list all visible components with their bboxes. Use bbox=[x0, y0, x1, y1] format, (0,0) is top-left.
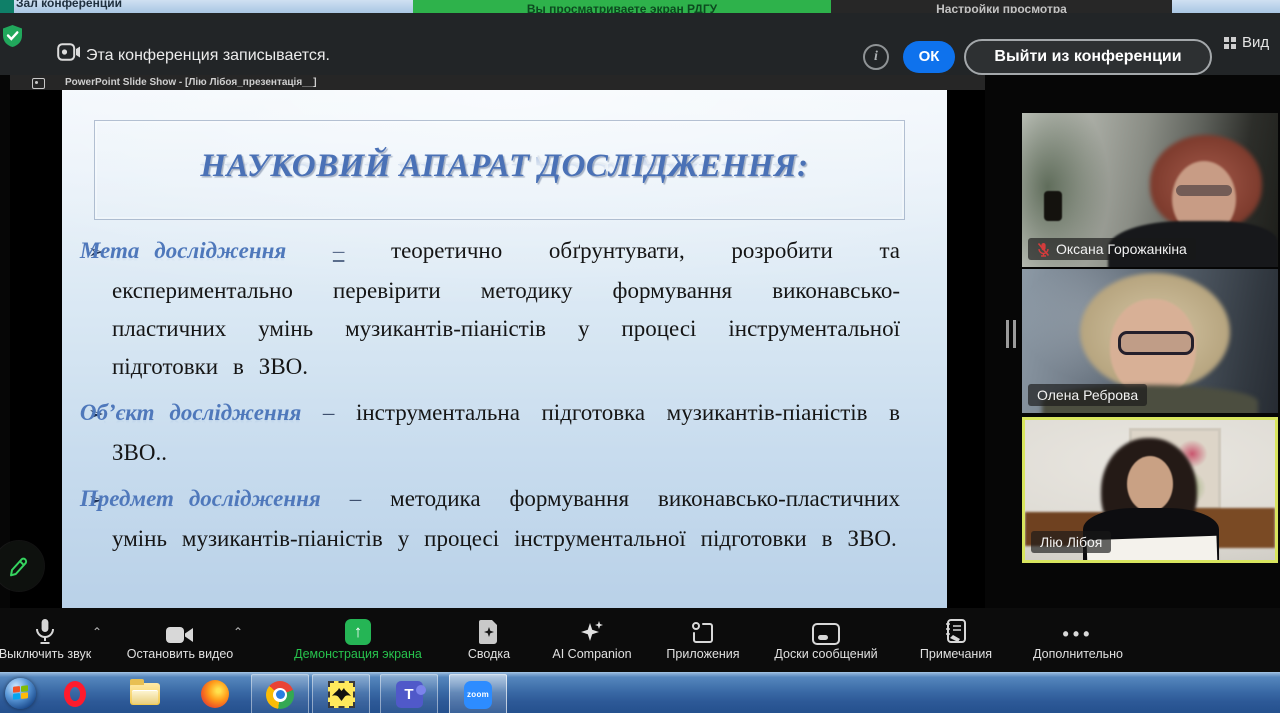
video-tile-active-speaker[interactable]: Лію Лібоя bbox=[1022, 417, 1278, 563]
view-grid-icon bbox=[1224, 37, 1236, 49]
notes-button[interactable]: Примечания bbox=[896, 613, 1016, 667]
participant-name-label: Лію Лібоя bbox=[1031, 531, 1111, 553]
view-settings-tab[interactable]: Настройки просмотра bbox=[831, 0, 1172, 13]
mute-options-chevron[interactable]: ⌃ bbox=[92, 625, 102, 639]
bullet-lead: Предмет дослідження bbox=[104, 480, 321, 518]
powerpoint-window-title: PowerPoint Slide Show - [Лію Лібоя_презе… bbox=[65, 77, 317, 88]
participant-video-column: Оксана Горожанкіна Олена Реброва bbox=[1022, 113, 1278, 563]
view-menu-button[interactable]: Вид bbox=[1224, 34, 1269, 51]
scene-shape bbox=[1127, 456, 1173, 512]
shared-powerpoint-window: PowerPoint Slide Show - [Лію Лібоя_презе… bbox=[10, 75, 985, 608]
slideshow-icon bbox=[32, 78, 45, 89]
windows-taskbar: T zoom UK 10:07 16.01.2026 bbox=[0, 672, 1280, 713]
start-button[interactable] bbox=[0, 674, 48, 713]
slide-bullet-object: ➢Об’єкт дослідження – інструментальна пі… bbox=[88, 394, 900, 472]
teal-corner bbox=[0, 0, 14, 13]
opera-icon bbox=[64, 681, 86, 707]
bullet-lead: Об’єкт дослідження bbox=[104, 394, 301, 432]
view-menu-label: Вид bbox=[1242, 34, 1269, 51]
taskbar-file-explorer[interactable] bbox=[117, 674, 173, 713]
slide-bullet-subject: ➢Предмет дослідження – методика формуван… bbox=[88, 480, 900, 558]
apps-icon bbox=[691, 621, 715, 645]
recording-camera-icon bbox=[57, 43, 81, 61]
meeting-main-area: PowerPoint Slide Show - [Лію Лібоя_презе… bbox=[0, 75, 1280, 608]
windows-start-icon bbox=[5, 678, 36, 709]
taskbar-firefox[interactable] bbox=[187, 674, 243, 713]
recording-message: Эта конференция записывается. bbox=[86, 47, 330, 65]
the-bat-icon bbox=[328, 681, 355, 708]
mute-button[interactable]: Выключить звук ⌃ bbox=[0, 613, 110, 667]
slide-title: НАУКОВИЙ АПАРАТ ДОСЛІДЖЕННЯ: bbox=[62, 148, 947, 185]
more-dots-icon: ••• bbox=[1008, 613, 1148, 645]
scene-shape bbox=[1044, 191, 1062, 221]
folder-icon bbox=[130, 683, 160, 705]
ok-button[interactable]: ОК bbox=[903, 41, 955, 73]
info-icon[interactable]: i bbox=[863, 44, 889, 70]
bullet-dash: – bbox=[323, 400, 335, 425]
taskbar-teams[interactable]: T bbox=[380, 674, 438, 713]
background-window-title: Зал конференции bbox=[16, 0, 122, 10]
chrome-icon bbox=[266, 681, 294, 709]
slide-bullet-meta: ➢Мета дослідження – теоретично обґрунтув… bbox=[88, 232, 900, 386]
panel-drag-handle[interactable] bbox=[1006, 320, 1016, 348]
apps-button[interactable]: Приложения bbox=[643, 613, 763, 667]
taskbar-opera[interactable] bbox=[47, 674, 103, 713]
leave-conference-button[interactable]: Выйти из конференции bbox=[964, 39, 1212, 75]
recording-notification-bar: Эта конференция записывается. i ОК Выйти… bbox=[0, 13, 1280, 75]
ai-sparkle-icon bbox=[579, 619, 605, 645]
zoom-icon: zoom bbox=[464, 681, 492, 709]
viewing-screen-tab[interactable]: Вы просматриваете экран РДГУ bbox=[413, 0, 831, 13]
scene-shape bbox=[1176, 185, 1232, 196]
presentation-slide: НАУКОВИЙ АПАРАТ ДОСЛІДЖЕННЯ: ➢Мета дослі… bbox=[62, 90, 947, 608]
summary-button[interactable]: Сводка bbox=[444, 613, 534, 667]
whiteboards-button[interactable]: Доски сообщений bbox=[751, 613, 901, 667]
security-shield-icon[interactable] bbox=[2, 24, 23, 48]
share-screen-icon: ↑ bbox=[345, 619, 371, 645]
taskbar-zoom[interactable]: zoom bbox=[449, 674, 507, 713]
slide-body: ➢Мета дослідження – теоретично обґрунтув… bbox=[88, 232, 900, 566]
participant-name-label: Оксана Горожанкіна bbox=[1028, 238, 1196, 260]
video-tile-participant-2[interactable]: Олена Реброва bbox=[1022, 269, 1278, 413]
top-window-strip: Зал конференции Вы просматриваете экран … bbox=[0, 0, 1280, 13]
bullet-dash: – bbox=[333, 238, 345, 263]
whiteboard-icon bbox=[812, 623, 840, 645]
taskbar-chrome[interactable] bbox=[251, 674, 309, 713]
video-tile-participant-1[interactable]: Оксана Горожанкіна bbox=[1022, 113, 1278, 267]
summary-doc-icon bbox=[478, 619, 500, 645]
participant-name-label: Олена Реброва bbox=[1028, 384, 1147, 406]
video-options-chevron[interactable]: ⌃ bbox=[233, 625, 243, 639]
microphone-icon bbox=[35, 618, 55, 645]
zoom-meeting-window: Зал конференции Вы просматриваете экран … bbox=[0, 0, 1280, 713]
powerpoint-titlebar: PowerPoint Slide Show - [Лію Лібоя_презе… bbox=[10, 75, 985, 90]
zoom-controls-toolbar: Выключить звук ⌃ Остановить видео ⌃ ↑ Де… bbox=[0, 608, 1280, 672]
pencil-icon bbox=[8, 554, 30, 578]
firefox-icon bbox=[201, 680, 229, 708]
taskbar-the-bat[interactable] bbox=[312, 674, 370, 713]
notes-icon bbox=[944, 619, 968, 645]
bullet-dash: – bbox=[350, 486, 362, 511]
video-camera-icon bbox=[165, 625, 195, 645]
stop-video-button[interactable]: Остановить видео ⌃ bbox=[105, 613, 255, 667]
bullet-lead: Мета дослідження bbox=[104, 232, 286, 270]
mic-muted-icon bbox=[1037, 242, 1050, 257]
share-screen-button[interactable]: ↑ Демонстрация экрана bbox=[263, 613, 453, 667]
teams-icon: T bbox=[396, 681, 423, 708]
scene-shape bbox=[1118, 331, 1194, 355]
more-button[interactable]: ••• Дополнительно bbox=[1008, 613, 1148, 667]
ai-companion-button[interactable]: AI Companion bbox=[532, 613, 652, 667]
